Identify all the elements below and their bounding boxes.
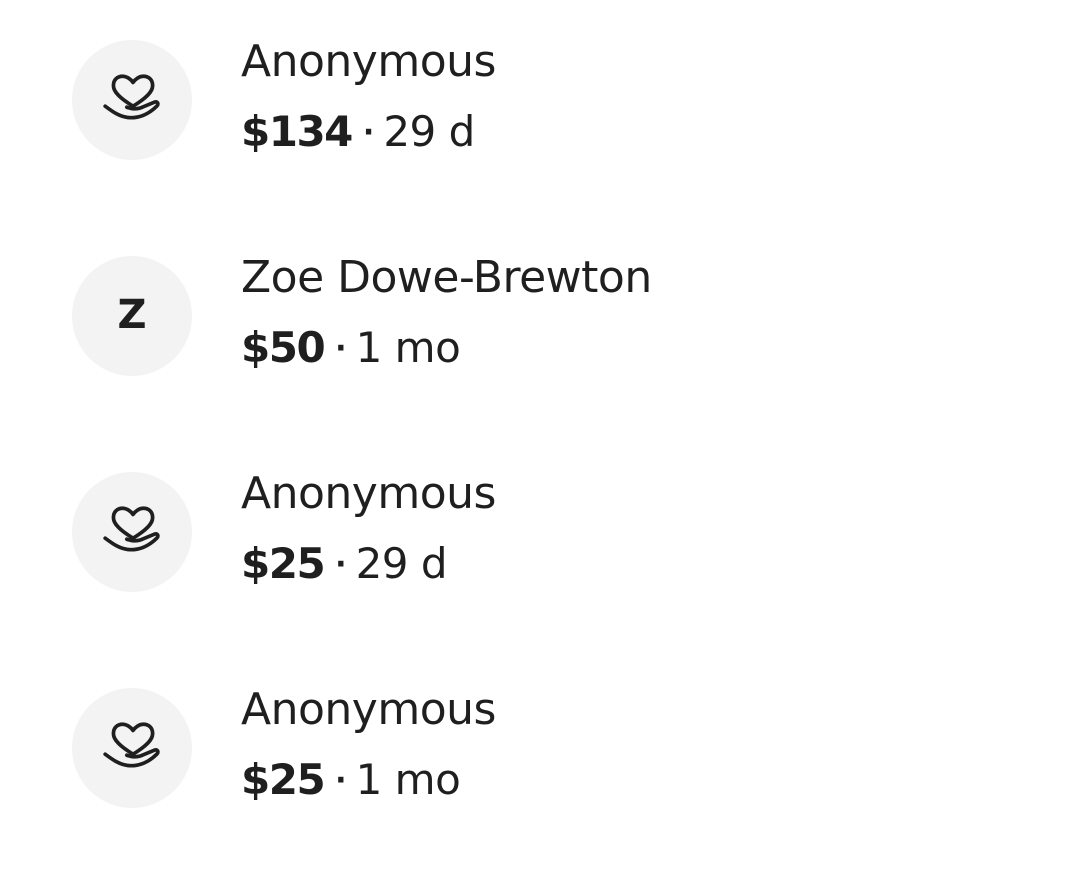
donor-name: Anonymous (241, 684, 496, 735)
donor-name: Zoe Dowe-Brewton (241, 252, 652, 303)
donation-time: 29 d (355, 539, 448, 588)
donation-meta: $134 · 29 d (241, 102, 475, 163)
donation-time: 29 d (383, 107, 475, 156)
donor-avatar (72, 472, 192, 592)
meta-separator: · (335, 547, 347, 582)
donation-meta: $25 · 29 d (241, 534, 448, 595)
meta-separator: · (362, 115, 375, 150)
donor-avatar (72, 40, 192, 160)
donation-amount: $134 (241, 107, 353, 156)
donation-meta: $50 · 1 mo (241, 318, 461, 379)
donation-time: 1 mo (355, 755, 461, 804)
donor-avatar (72, 688, 192, 808)
meta-separator: · (335, 763, 347, 798)
donation-item: Anonymous $25 · 1 mo (0, 678, 1079, 818)
donation-amount: $25 (241, 755, 326, 804)
meta-separator: · (335, 331, 347, 366)
donor-name: Anonymous (241, 36, 496, 87)
donation-time: 1 mo (355, 323, 461, 372)
donation-item: Z Zoe Dowe-Brewton $50 · 1 mo (0, 246, 1079, 386)
heart-in-hand-icon (103, 722, 160, 768)
donation-meta: $25 · 1 mo (241, 750, 461, 811)
donation-amount: $50 (241, 323, 326, 372)
donor-avatar: Z (72, 256, 192, 376)
donation-item: Anonymous $25 · 29 d (0, 462, 1079, 602)
donor-name: Anonymous (241, 468, 496, 519)
donation-amount: $25 (241, 539, 326, 588)
heart-in-hand-icon (103, 74, 160, 120)
heart-in-hand-icon (103, 506, 160, 552)
donation-item: Anonymous $134 · 29 d (0, 30, 1079, 170)
avatar-initial: Z (117, 292, 147, 338)
